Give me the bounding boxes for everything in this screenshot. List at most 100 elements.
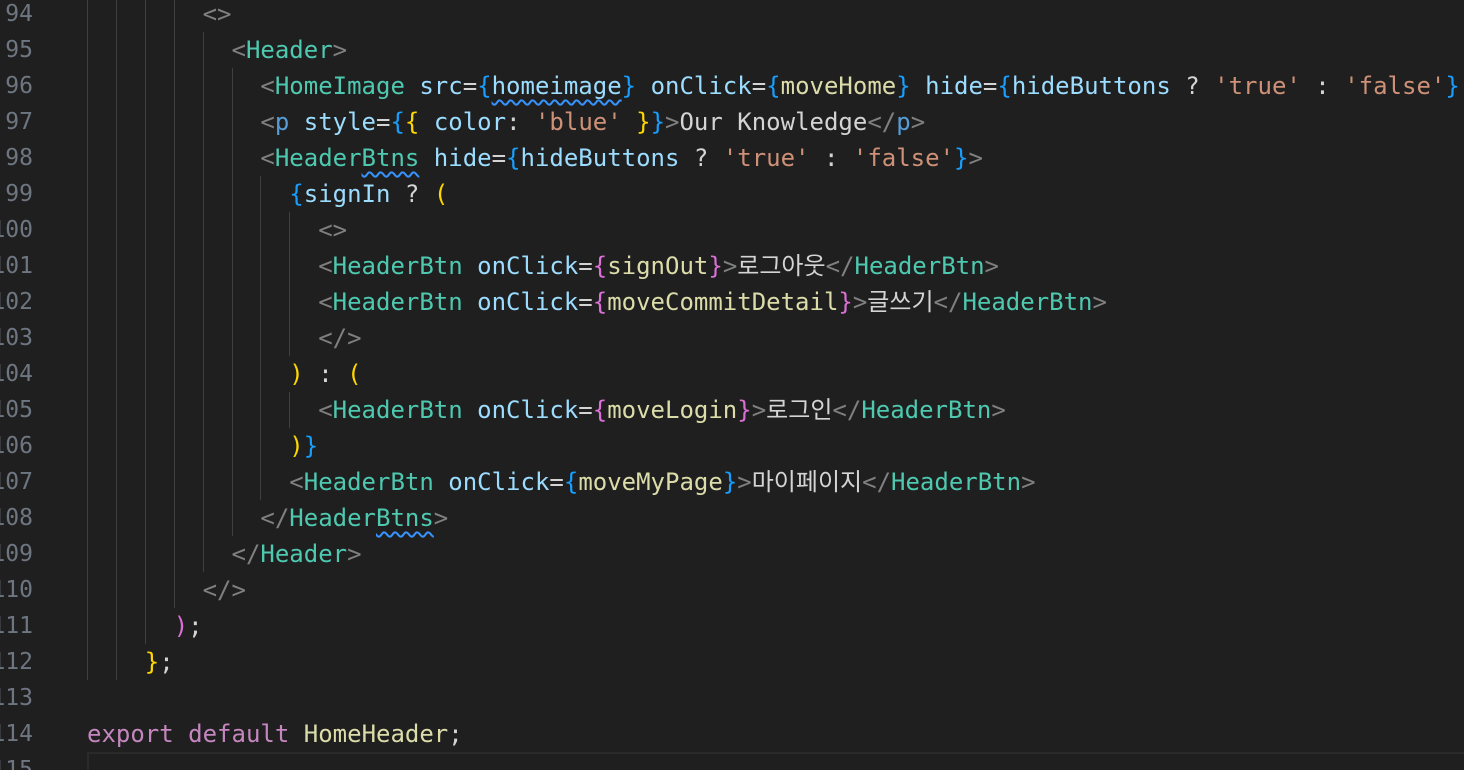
code-line[interactable]: 99 {signIn ? ( [0,176,1464,212]
code-token: 마이페이지 [751,468,863,496]
indent-guide [289,320,291,356]
indent-guide [202,500,204,536]
indent-guide [202,104,204,140]
indent-guide [115,500,117,536]
indent-guide [115,284,117,320]
indent-guide [202,356,204,392]
indent-guide [144,248,146,284]
indent-guide [173,248,175,284]
indent-guide [289,212,291,248]
code-line[interactable]: 111); [0,608,1464,644]
code-token: < [318,396,333,424]
code-line[interactable]: 109 </Header> [0,536,1464,572]
code-token: 'false' [852,144,955,172]
indent-guide [87,248,88,284]
indent-guide [231,392,233,428]
code-token: HeaderBtn [332,396,463,424]
indent-guide [144,68,146,104]
code-token: HeaderBtn [861,396,992,424]
code-token: 로그아웃 [737,252,826,280]
code-token: 로그인 [766,396,833,424]
indent-guide [144,0,146,32]
indent-guide [202,140,204,176]
code-text: </> [318,320,361,356]
indent-guide [144,284,146,320]
code-text: <HeaderBtns hide={hideButtons ? 'true' :… [260,140,983,176]
indent-guide [173,284,175,320]
code-token: : [809,144,853,172]
code-line[interactable]: 104) : ( [0,356,1464,392]
code-token: { [563,468,579,496]
code-line[interactable]: 95 <Header> [0,32,1464,68]
code-line[interactable]: 110 </> [0,572,1464,608]
indent-guide [115,32,117,68]
indent-guide [231,68,233,104]
indent-guide [87,392,88,428]
code-text: }; [145,644,174,680]
code-token: hide [925,72,983,100]
code-token: onClick [477,252,579,280]
line-number: 100 [0,217,33,243]
code-token: p [896,108,911,136]
code-line[interactable]: 105<HeaderBtn onClick={moveLogin}>로그인</H… [0,392,1464,428]
code-line[interactable]: 112}; [0,644,1464,680]
code-line[interactable]: 103 </> [0,320,1464,356]
indent-guide [173,0,175,32]
code-token: 'false' [1344,72,1446,100]
indent-guide [231,212,233,248]
code-text: <Header> [232,32,348,68]
code-text: </Header> [232,536,362,572]
code-token: HeaderBtns [274,144,420,172]
line-number: 105 [0,397,33,423]
code-line[interactable]: 107<HeaderBtn onClick={moveMyPage}>마이페이지… [0,464,1464,500]
code-token: = [549,468,564,496]
code-token: <> [202,0,232,28]
indent-guide [115,68,117,104]
indent-guide [289,284,291,320]
code-text: export default HomeHeader; [87,716,463,752]
code-token: ? [1170,72,1215,100]
indent-guide [87,284,88,320]
indent-guide [87,644,88,680]
code-token: HeaderBtn [891,468,1022,496]
code-line[interactable]: 114 export default HomeHeader; [0,716,1464,752]
line-number: 97 [5,109,33,135]
indent-guide [87,320,88,356]
indent-guide [231,176,233,212]
code-token: } [737,396,752,424]
code-token: p [274,108,290,136]
code-token: } [896,72,911,100]
indent-guide [202,212,204,248]
code-token: < [260,144,275,172]
indent-guide [173,536,175,572]
code-line[interactable]: 94 <> [0,0,1464,32]
code-token: < [231,36,246,64]
indent-guide [115,608,117,644]
code-token: } [144,648,160,676]
code-token: </ [260,504,290,532]
indent-guide [87,32,88,68]
code-line[interactable]: 106)} [0,428,1464,464]
indent-guide [87,464,88,500]
code-token: ; [448,720,463,748]
indent-guide [115,140,117,176]
indent-guide [231,248,233,284]
indent-guide [115,212,117,248]
code-text: <p style={{ color: 'blue' }}>Our Knowled… [260,104,925,140]
code-line[interactable]: 98 <HeaderBtns hide={hideButtons ? 'true'… [0,140,1464,176]
code-line[interactable]: 101<HeaderBtn onClick={signOut}>로그아웃</He… [0,248,1464,284]
code-line[interactable]: 108 </HeaderBtns> [0,500,1464,536]
code-line[interactable]: 113 [0,680,1464,716]
code-editor[interactable]: 94 <> 95 <Header> 96 <HomeImage src={homeimag… [0,0,1464,770]
code-line[interactable]: 96 <HomeImage src={homeimage} onClick={mo… [0,68,1464,104]
code-line[interactable]: 97 <p style={{ color: 'blue' }}>Our Knowl… [0,104,1464,140]
code-line[interactable]: 102<HeaderBtn onClick={moveCommitDetail}… [0,284,1464,320]
code-line[interactable]: 100 <> [0,212,1464,248]
indent-guide [173,320,175,356]
indent-guide [144,212,146,248]
code-token: > [722,252,738,280]
code-token: = [491,144,507,172]
